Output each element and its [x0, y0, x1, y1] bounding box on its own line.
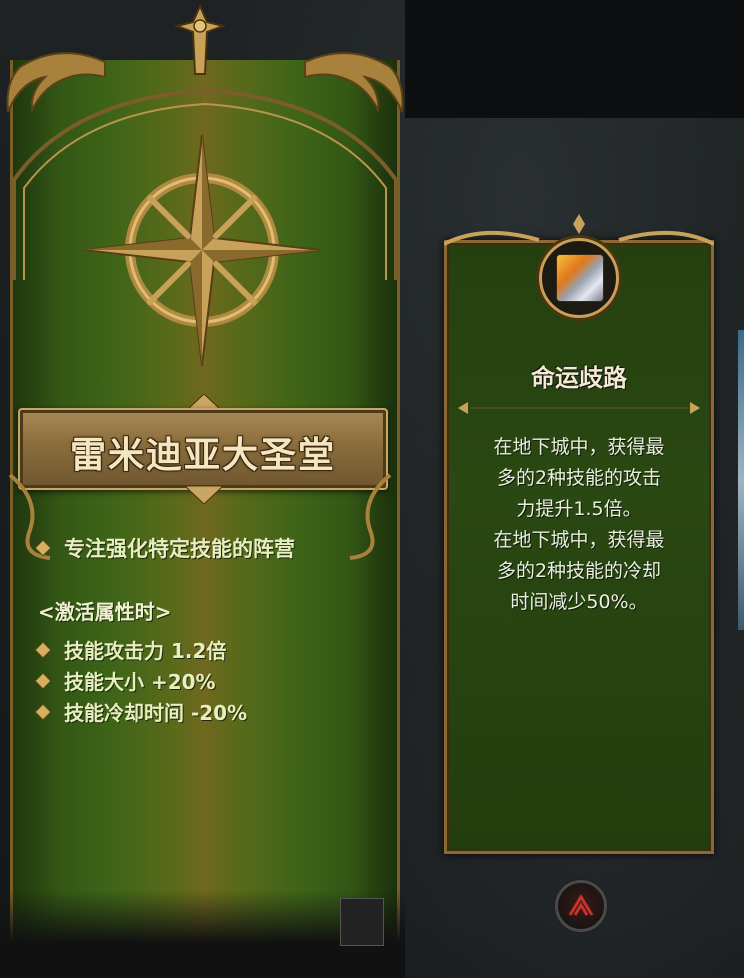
- faction-description: 专注强化特定技能的阵营: [35, 533, 295, 563]
- faction-description-text: 专注强化特定技能的阵营: [64, 537, 295, 561]
- description-line: 在地下城中，获得最: [493, 436, 665, 458]
- right-edge-strip: [738, 330, 744, 630]
- tooltip-divider: [458, 402, 700, 414]
- close-icon: [568, 894, 594, 916]
- bullet-diamond-icon: [35, 673, 51, 688]
- stat-item: 技能攻击力 1.2倍: [35, 634, 247, 665]
- close-button[interactable]: [555, 880, 607, 932]
- left-wing-ornament: [6, 52, 106, 114]
- skill-description: 在地下城中，获得最 多的2种技能的攻击 力提升1.5倍。 在地下城中，获得最 多…: [460, 432, 698, 618]
- crest-cross-icon: [173, 4, 227, 75]
- skill-title: 命运歧路: [531, 364, 627, 392]
- faction-title-banner: 雷米迪亚大圣堂: [18, 408, 388, 490]
- character-slot-icon[interactable]: [340, 898, 384, 946]
- stat-text: 技能冷却时间 -20%: [64, 701, 248, 725]
- description-line: 多的2种技能的冷却: [496, 560, 662, 582]
- description-line: 时间减少50%。: [510, 591, 648, 613]
- stat-text: 技能大小 +20%: [64, 670, 216, 694]
- bullet-diamond-icon: [35, 704, 51, 719]
- right-side-flourish: [349, 473, 392, 560]
- description-line: 多的2种技能的攻击: [496, 467, 662, 489]
- banner-bottom-diamond: [185, 486, 223, 504]
- bullet-diamond-icon: [35, 642, 51, 657]
- activation-condition: <激活属性时>: [38, 600, 172, 624]
- compass-star-emblem-icon: [83, 134, 321, 367]
- top-dark-strip: [405, 0, 744, 118]
- description-line: 在地下城中，获得最: [493, 529, 665, 551]
- faction-title: 雷米迪亚大圣堂: [69, 434, 336, 476]
- skill-gauntlet-icon[interactable]: [556, 254, 604, 302]
- description-line: 力提升1.5倍。: [516, 498, 642, 520]
- stat-text: 技能攻击力 1.2倍: [64, 639, 227, 663]
- stat-item: 技能大小 +20%: [35, 665, 247, 696]
- stat-list: 技能攻击力 1.2倍 技能大小 +20% 技能冷却时间 -20%: [35, 634, 248, 727]
- stat-item: 技能冷却时间 -20%: [35, 696, 248, 727]
- right-wing-ornament: [304, 52, 404, 114]
- bullet-diamond-icon: [35, 540, 51, 556]
